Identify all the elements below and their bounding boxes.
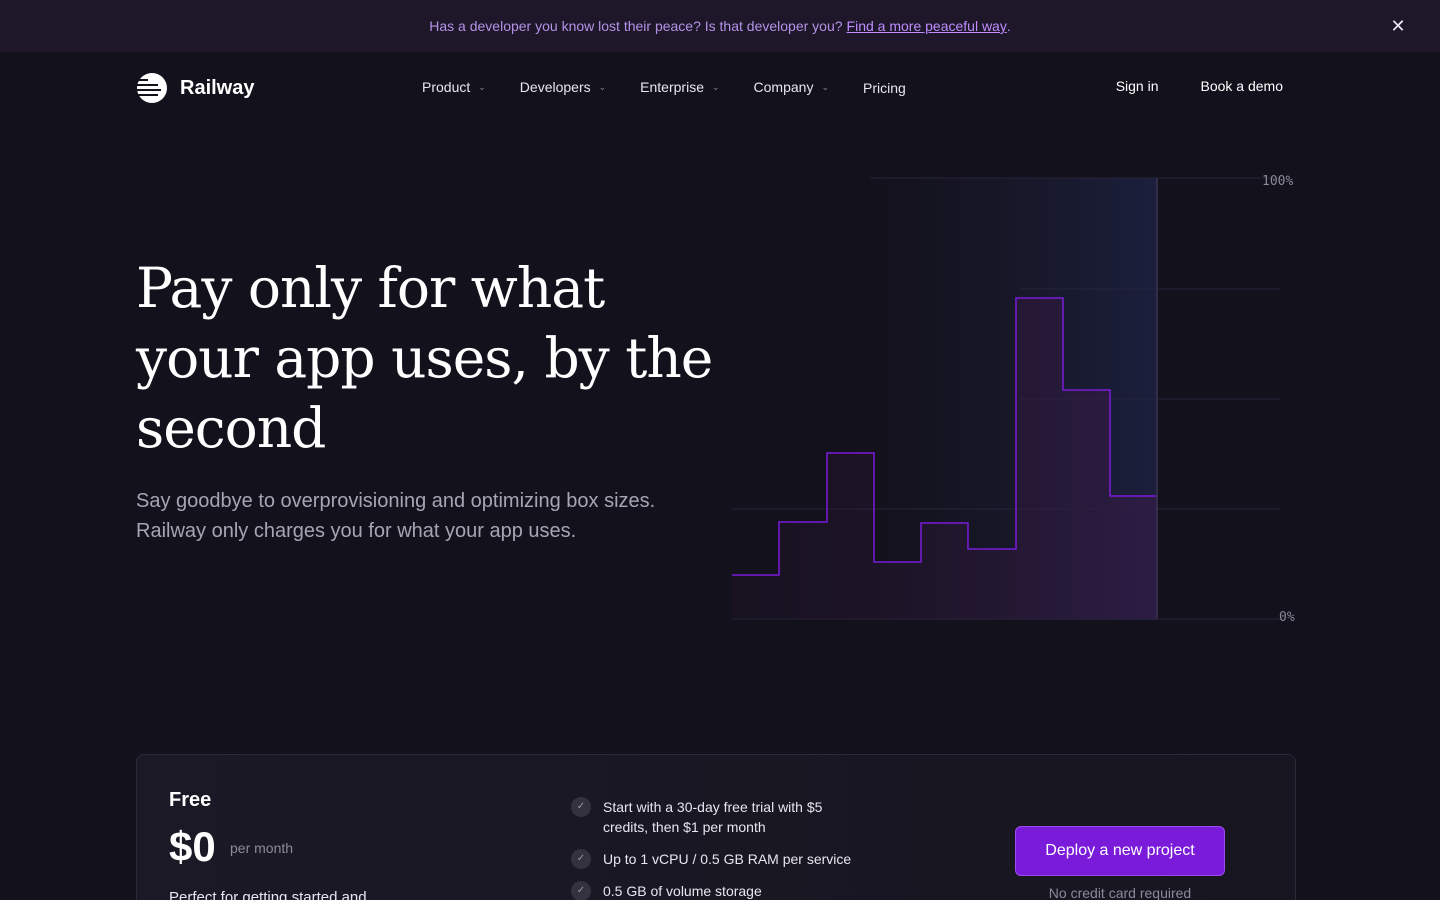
chevron-down-icon: ⌄ bbox=[478, 81, 486, 92]
nav-label: Product bbox=[422, 79, 471, 95]
railway-logo-icon bbox=[136, 73, 167, 103]
feature-item: ✓ 0.5 GB of volume storage bbox=[571, 881, 911, 900]
site-header: Railway Product ⌄ Developers ⌄ Enterpris… bbox=[0, 52, 1440, 124]
banner-text: Has a developer you know lost their peac… bbox=[429, 18, 843, 34]
close-icon[interactable]: ✕ bbox=[1388, 16, 1408, 36]
plan-period: per month bbox=[230, 840, 294, 856]
nav-label: Pricing bbox=[863, 80, 906, 96]
usage-chart: 100% 0% bbox=[732, 174, 1295, 625]
banner-link[interactable]: Find a more peaceful way bbox=[847, 18, 1007, 34]
plan-description: Perfect for getting started and bbox=[169, 889, 367, 900]
hero-title: Pay only for what your app uses, by the … bbox=[136, 256, 713, 460]
nav-item-pricing[interactable]: Pricing bbox=[863, 80, 906, 96]
brand-name: Railway bbox=[180, 76, 255, 99]
no-credit-card-note: No credit card required bbox=[1048, 885, 1192, 900]
chevron-down-icon: ⌄ bbox=[598, 81, 607, 92]
auth-nav: Sign in Book a demo bbox=[1116, 78, 1283, 94]
nav-item-product[interactable]: Product ⌄ bbox=[422, 79, 486, 95]
nav-item-enterprise[interactable]: Enterprise ⌄ bbox=[640, 79, 719, 95]
nav-label: Company bbox=[753, 79, 814, 95]
check-icon: ✓ bbox=[571, 881, 591, 900]
announcement-banner: Has a developer you know lost their peac… bbox=[0, 0, 1440, 52]
brand-logo[interactable]: Railway bbox=[136, 72, 254, 104]
book-demo-link[interactable]: Book a demo bbox=[1201, 78, 1284, 94]
chevron-down-icon: ⌄ bbox=[821, 81, 829, 92]
plan-price: $0 bbox=[169, 823, 216, 870]
feature-list: ✓ Start with a 30-day free trial with $5… bbox=[571, 797, 911, 900]
deploy-project-button[interactable]: Deploy a new project bbox=[1015, 826, 1225, 876]
feature-text: Start with a 30-day free trial with $5 c… bbox=[603, 799, 823, 835]
nav-label: Developers bbox=[519, 79, 591, 95]
nav-item-company[interactable]: Company ⌄ bbox=[754, 79, 829, 95]
feature-text: Up to 1 vCPU / 0.5 GB RAM per service bbox=[603, 851, 852, 867]
nav-item-developers[interactable]: Developers ⌄ bbox=[520, 79, 606, 95]
nav-label: Enterprise bbox=[640, 79, 704, 95]
pricing-card-free: Free $0 per month Perfect for getting st… bbox=[136, 754, 1296, 900]
feature-text: 0.5 GB of volume storage bbox=[603, 883, 762, 899]
y-axis-max-label: 100% bbox=[1262, 174, 1293, 189]
banner-suffix: . bbox=[1006, 18, 1011, 34]
chevron-down-icon: ⌄ bbox=[711, 81, 720, 92]
main-nav: Product ⌄ Developers ⌄ Enterprise ⌄ Comp… bbox=[422, 78, 906, 96]
sign-in-link[interactable]: Sign in bbox=[1116, 78, 1159, 94]
hero-subtitle: Say goodbye to overprovisioning and opti… bbox=[136, 490, 656, 542]
feature-item: ✓ Start with a 30-day free trial with $5… bbox=[571, 797, 911, 837]
check-icon: ✓ bbox=[571, 797, 591, 817]
feature-item: ✓ Up to 1 vCPU / 0.5 GB RAM per service bbox=[571, 849, 911, 869]
plan-name: Free bbox=[169, 789, 212, 811]
y-axis-min-label: 0% bbox=[1279, 610, 1295, 625]
check-icon: ✓ bbox=[571, 849, 591, 869]
